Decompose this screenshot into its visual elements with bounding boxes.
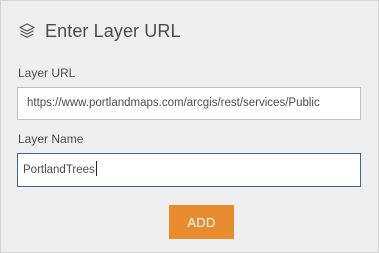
enter-layer-url-panel: Enter Layer URL Layer URL https://www.po…	[0, 0, 379, 253]
text-caret	[95, 161, 97, 177]
layer-name-input[interactable]: PortlandTrees	[17, 153, 361, 187]
panel-title: Enter Layer URL	[45, 20, 181, 41]
layer-name-value: PortlandTrees	[23, 164, 95, 176]
add-button[interactable]: ADD	[169, 205, 234, 239]
panel-header: Enter Layer URL	[18, 19, 181, 43]
layer-url-input[interactable]: https://www.portlandmaps.com/arcgis/rest…	[17, 87, 361, 120]
layer-url-label: Layer URL	[18, 66, 76, 80]
layer-url-value: https://www.portlandmaps.com/arcgis/rest…	[27, 97, 320, 109]
layer-name-label: Layer Name	[18, 132, 84, 146]
layers-icon	[18, 22, 36, 40]
